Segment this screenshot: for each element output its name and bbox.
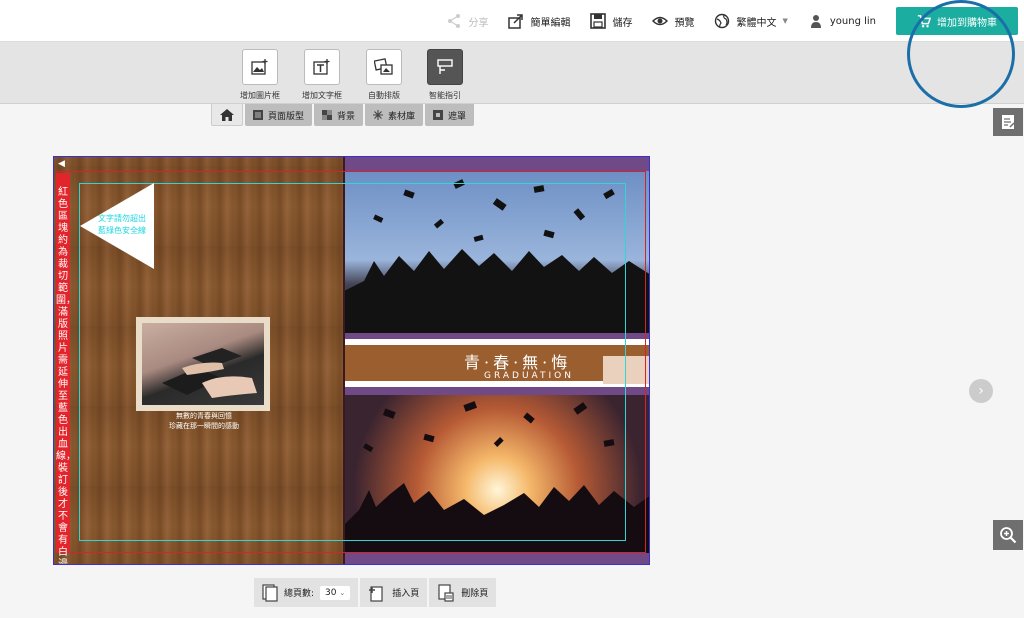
tab-materials-label: 素材庫	[388, 111, 416, 122]
smart-guide-icon	[437, 59, 453, 74]
save-button[interactable]: 儲存	[590, 13, 632, 29]
total-pages-label: 總頁數:	[284, 589, 315, 599]
tab-page-layout[interactable]: 頁面版型	[245, 104, 313, 126]
sparkle-icon	[373, 110, 384, 120]
tab-materials[interactable]: 素材庫	[365, 104, 424, 126]
add-image-icon	[251, 59, 268, 75]
smart-guide-button[interactable]: 智能指引	[420, 49, 470, 101]
auto-layout-button[interactable]: 自動排版	[359, 49, 409, 101]
quick-edit-label: 簡單編輯	[530, 17, 571, 29]
delete-page-button[interactable]: 刪除頁	[429, 578, 497, 607]
chevron-down-icon: ⌄	[339, 588, 346, 597]
insert-page-label: 插入頁	[392, 589, 420, 599]
caps-in-hands-shape	[162, 348, 257, 398]
tab-background-label: 背景	[337, 111, 356, 122]
tab-page-layout-label: 頁面版型	[268, 111, 305, 122]
notes-panel-button[interactable]	[993, 108, 1023, 136]
hands-with-caps-photo	[142, 323, 264, 405]
photobook-spread[interactable]: 青·春·無·悔 GRADUATION 紅色區塊約為裁切範圍，滿版照片需延伸至藍色…	[53, 156, 650, 565]
safe-note-line2: 藍綠色安全線	[98, 226, 146, 235]
zoom-in-button[interactable]	[993, 520, 1023, 550]
total-pages-value: 30	[325, 587, 337, 598]
preview-label: 預覽	[674, 17, 695, 29]
total-pages-control: 總頁數: 30 ⌄	[254, 578, 359, 607]
auto-layout-icon	[374, 58, 393, 75]
add-text-icon	[313, 59, 330, 75]
smart-guide-label: 智能指引	[429, 91, 461, 100]
insert-page-button[interactable]: 插入頁	[360, 578, 428, 607]
caption-line2: 珍藏在那一瞬間的感動	[169, 422, 239, 430]
tab-home[interactable]	[211, 104, 243, 126]
add-image-label: 增加圖片框	[240, 91, 280, 100]
export-arrow-icon	[508, 14, 524, 29]
top-bar: 分享 簡單編輯 儲存 預覽 繁體中文 ▼ young lin 增加到購物車	[0, 0, 1024, 42]
save-label: 儲存	[612, 17, 633, 29]
photo-caption[interactable]: 無數的青春與回憶 珍藏在那一瞬間的感動	[144, 411, 264, 431]
quick-edit-button[interactable]: 簡單編輯	[508, 13, 570, 29]
user-menu[interactable]: young lin	[808, 13, 876, 29]
preview-button[interactable]: 預覽	[652, 13, 694, 29]
chevron-right-icon: ›	[978, 383, 984, 399]
tab-background[interactable]: 背景	[314, 104, 364, 126]
share-icon	[448, 14, 461, 28]
chevron-down-icon: ▼	[782, 17, 788, 25]
pages-icon	[262, 583, 278, 602]
globe-icon	[715, 13, 730, 29]
bleed-warning-strip: 紅色區塊約為裁切範圍，滿版照片需延伸至藍色出血線，裝訂後才不會有白邊	[56, 173, 76, 564]
share-label: 分享	[468, 17, 489, 29]
home-icon	[220, 108, 234, 121]
panel-tabs: 頁面版型 背景 素材庫 遮罩	[211, 104, 475, 126]
layout-icon	[253, 110, 263, 120]
tool-panel: 增加圖片框 增加文字框 自動排版 智能指引	[0, 42, 1024, 104]
mask-icon	[433, 110, 444, 120]
safe-zone-note: 文字請勿超出 藍綠色安全線	[98, 213, 146, 237]
arrow-left-icon: ◀	[58, 159, 65, 169]
add-text-frame-button[interactable]: 增加文字框	[297, 49, 347, 101]
document-edit-icon	[1002, 115, 1015, 129]
delete-page-icon	[438, 583, 454, 602]
user-icon	[810, 15, 821, 28]
zoom-in-icon	[1000, 527, 1017, 544]
add-image-frame-button[interactable]: 增加圖片框	[235, 49, 285, 101]
tab-mask[interactable]: 遮罩	[425, 104, 475, 126]
delete-page-label: 刪除頁	[461, 589, 489, 599]
eye-icon	[652, 16, 669, 26]
next-page-button[interactable]: ›	[969, 379, 993, 403]
user-name: young lin	[829, 15, 876, 27]
insert-page-icon	[369, 585, 383, 602]
highlight-circle	[907, 0, 1015, 108]
auto-layout-label: 自動排版	[368, 91, 400, 100]
caption-line1: 無數的青春與回憶	[176, 412, 232, 420]
tab-mask-label: 遮罩	[448, 111, 467, 122]
small-photo-frame[interactable]	[136, 317, 270, 411]
language-label: 繁體中文	[736, 17, 777, 29]
language-dropdown[interactable]: 繁體中文 ▼	[714, 13, 788, 29]
checker-icon	[322, 110, 333, 120]
page-controls: 總頁數: 30 ⌄ 插入頁 刪除頁	[254, 578, 497, 607]
add-text-label: 增加文字框	[302, 91, 342, 100]
save-icon	[590, 13, 607, 29]
total-pages-select[interactable]: 30 ⌄	[320, 585, 351, 600]
safe-note-line1: 文字請勿超出	[98, 214, 146, 223]
share-button[interactable]: 分享	[446, 13, 488, 29]
